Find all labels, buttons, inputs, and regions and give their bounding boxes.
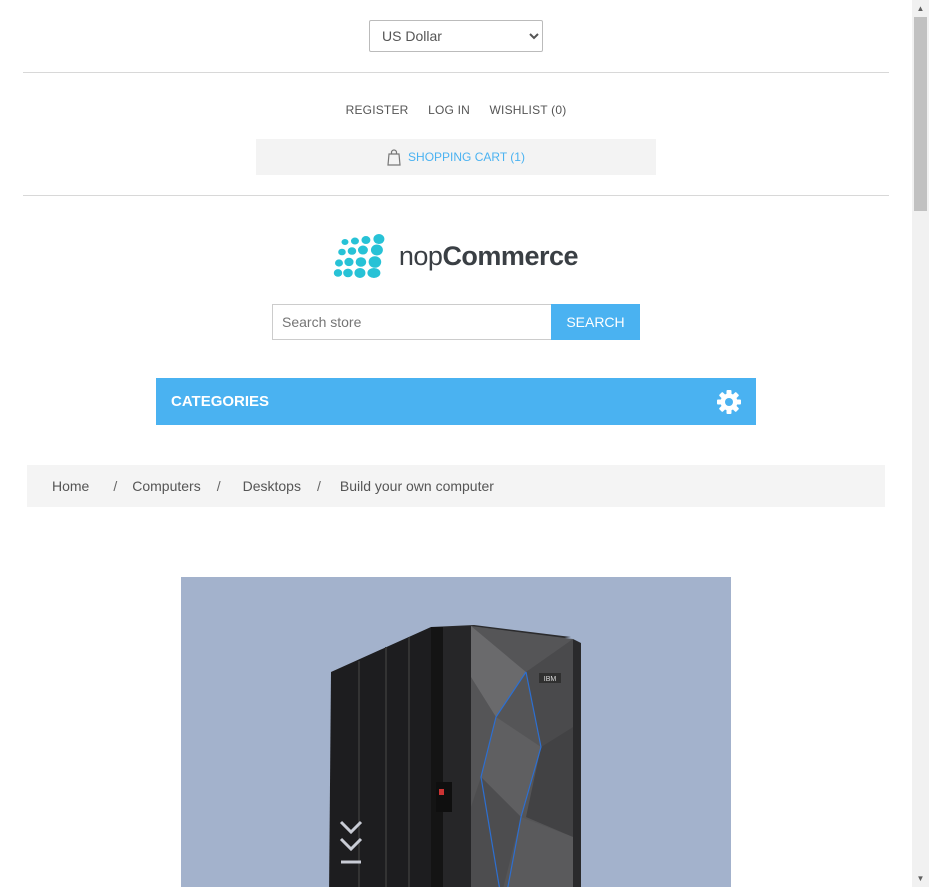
breadcrumb-computers[interactable]: Computers bbox=[132, 478, 200, 494]
ibm-badge: IBM bbox=[544, 676, 557, 683]
logo-text-bold: Commerce bbox=[442, 240, 578, 271]
store-logo[interactable]: nopCommerce bbox=[333, 234, 578, 278]
logo-wordmark: nopCommerce bbox=[398, 240, 579, 272]
search-button[interactable]: SEARCH bbox=[551, 304, 640, 340]
currency-select[interactable]: US Dollar bbox=[369, 20, 543, 52]
breadcrumb-home[interactable]: Home bbox=[52, 478, 89, 494]
gear-icon[interactable] bbox=[716, 389, 742, 415]
scrollbar-thumb[interactable] bbox=[914, 17, 927, 211]
breadcrumb: Home / Computers / Desktops / Build your… bbox=[27, 465, 885, 507]
product-image[interactable]: IBM bbox=[181, 577, 731, 887]
shopping-cart-label: SHOPPING CART (1) bbox=[408, 150, 525, 164]
breadcrumb-desktops[interactable]: Desktops bbox=[243, 478, 301, 494]
scroll-down-arrow-icon[interactable]: ▼ bbox=[912, 870, 929, 887]
logo-dots-icon bbox=[333, 234, 385, 278]
wishlist-link[interactable]: WISHLIST (0) bbox=[490, 103, 567, 117]
divider bbox=[23, 195, 889, 196]
breadcrumb-separator: / bbox=[216, 478, 221, 494]
page: US Dollar REGISTER LOG IN WISHLIST (0) S… bbox=[0, 0, 912, 887]
divider bbox=[23, 72, 889, 73]
shopping-cart-link[interactable]: SHOPPING CART (1) bbox=[256, 139, 656, 175]
login-link[interactable]: LOG IN bbox=[428, 103, 470, 117]
header-links: REGISTER LOG IN WISHLIST (0) bbox=[0, 103, 912, 117]
breadcrumb-separator: / bbox=[316, 478, 321, 494]
breadcrumb-separator: / bbox=[113, 478, 118, 494]
breadcrumb-current: Build your own computer bbox=[339, 478, 494, 494]
server-tower-image: IBM bbox=[329, 625, 581, 887]
register-link[interactable]: REGISTER bbox=[346, 103, 409, 117]
categories-menu[interactable]: CATEGORIES bbox=[156, 378, 756, 425]
vertical-scrollbar[interactable]: ▲ ▼ bbox=[912, 0, 929, 887]
scroll-up-arrow-icon[interactable]: ▲ bbox=[912, 0, 929, 17]
categories-label: CATEGORIES bbox=[171, 393, 270, 410]
logo-text-light: nop bbox=[398, 240, 443, 271]
shopping-bag-icon bbox=[387, 148, 401, 166]
search-input[interactable] bbox=[272, 304, 552, 340]
